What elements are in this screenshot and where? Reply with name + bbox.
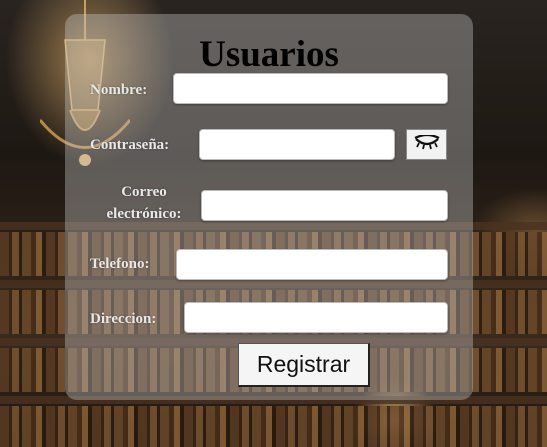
password-input[interactable] bbox=[199, 129, 395, 160]
telefono-input[interactable] bbox=[176, 249, 448, 280]
form-title: Usuarios bbox=[199, 34, 339, 75]
correo-label-line1: Correo bbox=[121, 184, 167, 200]
eye-closed-icon bbox=[414, 134, 439, 149]
direccion-label: Direccion: bbox=[90, 311, 157, 327]
direccion-input[interactable] bbox=[184, 302, 448, 333]
nombre-input[interactable] bbox=[173, 73, 448, 104]
correo-label-line2: electrónico: bbox=[106, 206, 182, 222]
email-input[interactable] bbox=[201, 190, 448, 221]
telefono-label: Telefono: bbox=[90, 256, 150, 272]
nombre-label: Nombre: bbox=[90, 82, 148, 98]
registrar-button[interactable]: Registrar bbox=[238, 343, 370, 387]
toggle-password-visibility-button[interactable] bbox=[406, 129, 447, 160]
contrasena-label: Contraseña: bbox=[90, 137, 170, 153]
